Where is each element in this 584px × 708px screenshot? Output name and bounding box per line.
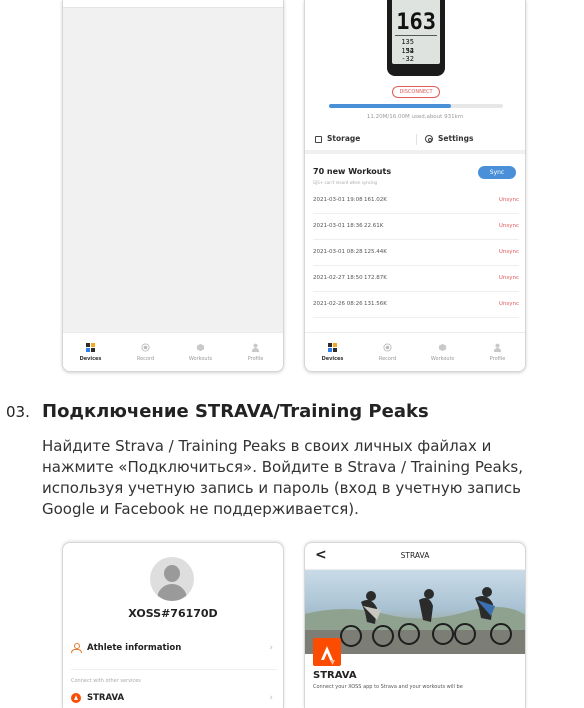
paragraph-line: нажмите «Подключиться». Войдите в Strava… (42, 458, 524, 476)
storage-progress-bar (329, 104, 503, 108)
devices-icon (328, 342, 337, 352)
athlete-icon (71, 642, 82, 653)
strava-description: Connect your XOSS app to Strava and your… (313, 684, 463, 690)
tab-label: Devices (321, 355, 344, 362)
divider (71, 669, 277, 670)
profile-icon (251, 343, 260, 352)
storage-progress-fill (329, 104, 451, 108)
workout-row[interactable]: 2021-02-26 08:26 131.56K Unsync (313, 292, 519, 318)
tab-label: Profile (489, 355, 506, 362)
tab-bar: Devices Record Workouts Profile (63, 332, 283, 371)
device-actions-row: Storage Settings (305, 128, 525, 154)
storage-button[interactable]: Storage (315, 128, 360, 150)
strava-brand-title: STRAVA (313, 670, 357, 681)
paragraph-line: используя учетную запись и пароль (вход … (42, 479, 521, 497)
sync-note: GJS+ can't record when syncing (313, 180, 378, 185)
connect-services-label: Connect with other services (71, 678, 141, 684)
tab-label: Record (378, 355, 397, 362)
phone-screenshot-devices-empty: Devices Record Workouts Profile (62, 0, 284, 372)
strava-icon (71, 692, 81, 703)
empty-content-area (63, 8, 283, 332)
tab-label: Profile (247, 355, 264, 362)
storage-icon (315, 135, 322, 143)
tab-workouts[interactable]: Workouts (173, 333, 228, 371)
top-strip (63, 0, 283, 8)
sync-button[interactable]: Sync (478, 166, 516, 179)
profile-icon (493, 343, 502, 352)
new-workouts-title: 70 new Workouts (313, 167, 392, 176)
avatar[interactable] (150, 557, 194, 601)
tab-record[interactable]: Record (118, 333, 173, 371)
username: XOSS#76170D (128, 607, 218, 620)
phone-screenshot-profile: XOSS#76170D Athlete information › Connec… (62, 542, 284, 708)
workout-row[interactable]: 2021-03-01 19:08 161.02K Unsync (313, 188, 519, 214)
tab-profile[interactable]: Profile (228, 333, 283, 371)
athlete-information-label: Athlete information (87, 643, 182, 653)
screen-divider (395, 35, 437, 36)
storage-usage-text: 11.20M/16.00M used,about 931km (366, 114, 464, 120)
section-title: Подключение STRAVA/Training Peaks (42, 401, 429, 422)
workouts-icon (196, 343, 205, 351)
tab-label: Record (136, 355, 155, 362)
tab-devices[interactable]: Devices (63, 333, 118, 371)
phone-screenshot-device-connected: 163 135 132 54 -32 23 DISCONNECT 11.20M/… (304, 0, 526, 372)
tab-label: Workouts (188, 355, 213, 362)
bike-computer-screen: 163 135 132 54 -32 23 (392, 0, 440, 64)
strava-row[interactable]: STRAVA › (71, 686, 277, 708)
settings-label: Settings (438, 134, 474, 143)
disconnect-button[interactable]: DISCONNECT (392, 86, 440, 98)
tab-profile[interactable]: Profile (470, 333, 525, 371)
workout-row[interactable]: 2021-02-27 18:50 172.87K Unsync (313, 266, 519, 292)
workout-row[interactable]: 2021-03-01 08:28 125.44K Unsync (313, 240, 519, 266)
record-icon (141, 342, 150, 352)
nav-title: STRAVA (400, 551, 430, 560)
section-number: 03. (6, 403, 30, 421)
bike-computer-image: 163 135 132 54 -32 23 (387, 0, 445, 76)
divider (416, 134, 417, 145)
strava-logo (313, 638, 341, 666)
tab-devices[interactable]: Devices (305, 333, 360, 371)
gear-icon (425, 135, 433, 143)
workout-row[interactable]: 2021-03-01 18:36 22.61K Unsync (313, 214, 519, 240)
tab-record[interactable]: Record (360, 333, 415, 371)
paragraph-line: Google и Facebook не поддерживается). (42, 500, 359, 518)
storage-label: Storage (327, 134, 361, 143)
tab-label: Devices (79, 355, 102, 362)
chevron-right-icon: › (269, 693, 273, 703)
tab-label: Workouts (430, 355, 455, 362)
athlete-information-row[interactable]: Athlete information › (71, 636, 277, 660)
devices-icon (86, 342, 95, 352)
navigation-bar: < STRAVA (305, 543, 525, 570)
screen-row: -32 23 (401, 55, 414, 63)
paragraph-line: Найдите Strava / Training Peaks в своих … (42, 437, 492, 455)
chevron-right-icon: › (269, 643, 273, 653)
workouts-icon (438, 343, 447, 351)
screen-big-value: 163 (396, 10, 436, 35)
tab-workouts[interactable]: Workouts (415, 333, 470, 371)
strava-label: STRAVA (87, 693, 125, 703)
phone-screenshot-strava: < STRAVA STRAVA Connect your XOSS app to… (304, 542, 526, 708)
tab-bar: Devices Record Workouts Profile (305, 332, 525, 371)
record-icon (383, 342, 392, 352)
settings-button[interactable]: Settings (425, 128, 473, 150)
